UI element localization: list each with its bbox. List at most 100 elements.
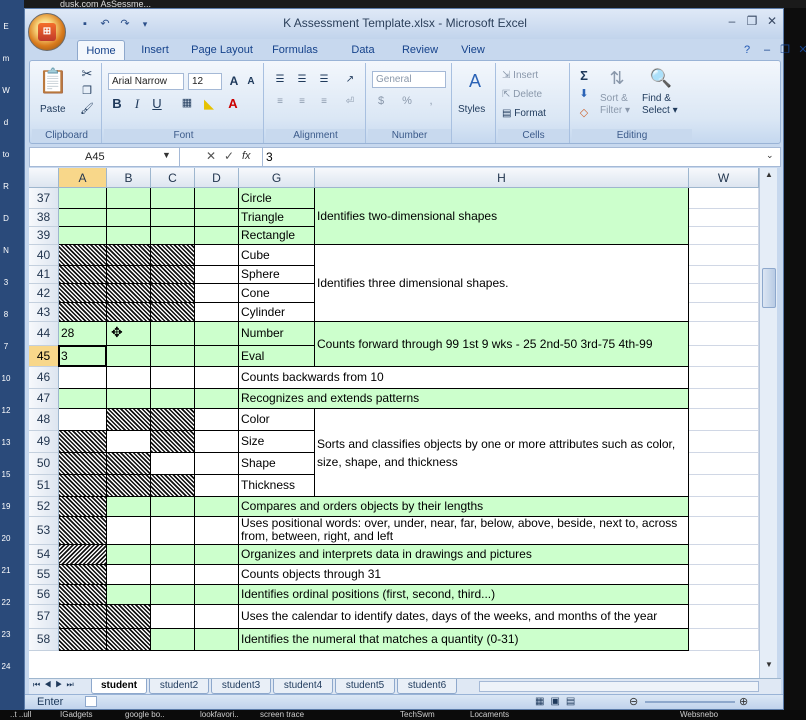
cell-g38[interactable]: Triangle (239, 209, 315, 227)
row-header[interactable]: 43 (29, 303, 59, 322)
cell-d54[interactable] (195, 545, 239, 565)
desktop-icon[interactable]: 13 (0, 436, 12, 450)
cell-b58[interactable] (107, 629, 151, 651)
cell-b53[interactable] (107, 517, 151, 545)
cell-d47[interactable] (195, 389, 239, 409)
cell-b42[interactable] (107, 284, 151, 303)
cell-w44[interactable] (689, 322, 759, 346)
desktop-icon[interactable]: 12 (0, 404, 12, 418)
row-header[interactable]: 51 (29, 475, 59, 497)
font-name-box[interactable]: Arial Narrow (108, 73, 184, 90)
desktop-item[interactable]: google bo.. (125, 710, 165, 720)
column-header[interactable]: D (195, 168, 239, 188)
cell-g56[interactable]: Identifies ordinal positions (first, sec… (239, 585, 689, 605)
desktop-item[interactable]: Locaments (470, 710, 509, 720)
cell-w37[interactable] (689, 188, 759, 209)
desktop-item[interactable]: screen trace (260, 710, 304, 720)
desktop-item[interactable]: TechSwm (400, 710, 435, 720)
desktop-icon[interactable]: D (0, 212, 12, 226)
row-header[interactable]: 52 (29, 497, 59, 517)
cell-c38[interactable] (151, 209, 195, 227)
undo-icon[interactable]: ↶ (97, 17, 113, 31)
cell-a47[interactable] (59, 389, 107, 409)
row-header[interactable]: 50 (29, 453, 59, 475)
cell-b56[interactable] (107, 585, 151, 605)
cell-w40[interactable] (689, 245, 759, 266)
cell-b37[interactable] (107, 188, 151, 209)
row-header[interactable]: 58 (29, 629, 59, 651)
delete-cells-button[interactable]: ⇱ Delete (502, 86, 542, 103)
underline-button[interactable]: U (148, 95, 166, 112)
cell-c54[interactable] (151, 545, 195, 565)
cell-g54[interactable]: Organizes and interprets data in drawing… (239, 545, 689, 565)
cell-g43[interactable]: Cylinder (239, 303, 315, 322)
name-box[interactable]: A45 (30, 148, 180, 166)
row-header[interactable]: 41 (29, 266, 59, 284)
cell-d50[interactable] (195, 453, 239, 475)
cell-b46[interactable] (107, 367, 151, 389)
tab-insert[interactable]: Insert (133, 40, 177, 60)
desktop-icon[interactable]: to (0, 148, 12, 162)
find-binoculars-icon[interactable]: 🔍 (646, 65, 676, 91)
cell-d42[interactable] (195, 284, 239, 303)
ribbon-close-icon[interactable]: ✕ (795, 40, 806, 60)
cell-g50[interactable]: Shape (239, 453, 315, 475)
cell-c53[interactable] (151, 517, 195, 545)
row-header[interactable]: 38 (29, 209, 59, 227)
cell-a57[interactable] (59, 605, 107, 629)
desktop-icon[interactable]: 22 (0, 596, 12, 610)
cell-c50[interactable] (151, 453, 195, 475)
number-format-box[interactable]: General (372, 71, 446, 88)
cell-d45[interactable] (195, 346, 239, 367)
cell-g48[interactable]: Color (239, 409, 315, 431)
cell-a52[interactable] (59, 497, 107, 517)
cell-d43[interactable] (195, 303, 239, 322)
cell-c55[interactable] (151, 565, 195, 585)
cell-a54[interactable] (59, 545, 107, 565)
cell-c48[interactable] (151, 409, 195, 431)
cell-c40[interactable] (151, 245, 195, 266)
cell-c58[interactable] (151, 629, 195, 651)
expand-formula-icon[interactable]: ⌄ (766, 150, 774, 161)
scroll-up-icon[interactable]: ▲ (762, 170, 776, 184)
cell-w48[interactable] (689, 409, 759, 431)
column-header[interactable]: H (315, 168, 689, 188)
redo-icon[interactable]: ↷ (117, 17, 133, 31)
column-header[interactable]: C (151, 168, 195, 188)
cell-g58[interactable]: Identifies the numeral that matches a qu… (239, 629, 689, 651)
help-icon[interactable]: ? (739, 40, 755, 60)
cell-d37[interactable] (195, 188, 239, 209)
worksheet-grid[interactable]: A B C D G H W 37 38 39 40 41 42 43 44 45 46 47 48 49… (29, 168, 759, 678)
desktop-item[interactable]: Websnebo (680, 710, 718, 720)
cell-b51[interactable] (107, 475, 151, 497)
cell-b41[interactable] (107, 266, 151, 284)
cell-w42[interactable] (689, 284, 759, 303)
cell-g40[interactable]: Cube (239, 245, 315, 266)
scroll-thumb[interactable] (762, 268, 776, 308)
name-box-dropdown-icon[interactable]: ▼ (162, 150, 171, 160)
align-middle-icon[interactable]: ☰ (292, 71, 312, 88)
row-header[interactable]: 39 (29, 227, 59, 245)
cell-a39[interactable] (59, 227, 107, 245)
zoom-out-icon[interactable]: ⊖ (629, 695, 638, 708)
cell-d58[interactable] (195, 629, 239, 651)
ribbon-minimize-icon[interactable]: – (759, 40, 775, 60)
insert-function-icon[interactable]: fx (242, 150, 251, 162)
grow-font-icon[interactable]: A (226, 73, 242, 90)
desktop-item[interactable]: IGadgets (60, 710, 92, 720)
horizontal-scrollbar[interactable] (479, 681, 759, 692)
align-left-icon[interactable]: ≡ (270, 93, 290, 110)
row-header[interactable]: 47 (29, 389, 59, 409)
cell-g47[interactable]: Recognizes and extends patterns (239, 389, 689, 409)
tab-data[interactable]: Data (343, 40, 383, 60)
italic-button[interactable]: I (128, 95, 146, 112)
clear-icon[interactable]: ◇ (576, 105, 592, 122)
column-header[interactable]: G (239, 168, 315, 188)
cell-w54[interactable] (689, 545, 759, 565)
font-size-box[interactable]: 12 (188, 73, 222, 90)
cell-a48[interactable] (59, 409, 107, 431)
cell-d40[interactable] (195, 245, 239, 266)
sheet-tab[interactable]: student2 (149, 679, 209, 694)
cancel-entry-icon[interactable]: ✕ (206, 149, 216, 163)
tab-review[interactable]: Review (397, 40, 443, 60)
